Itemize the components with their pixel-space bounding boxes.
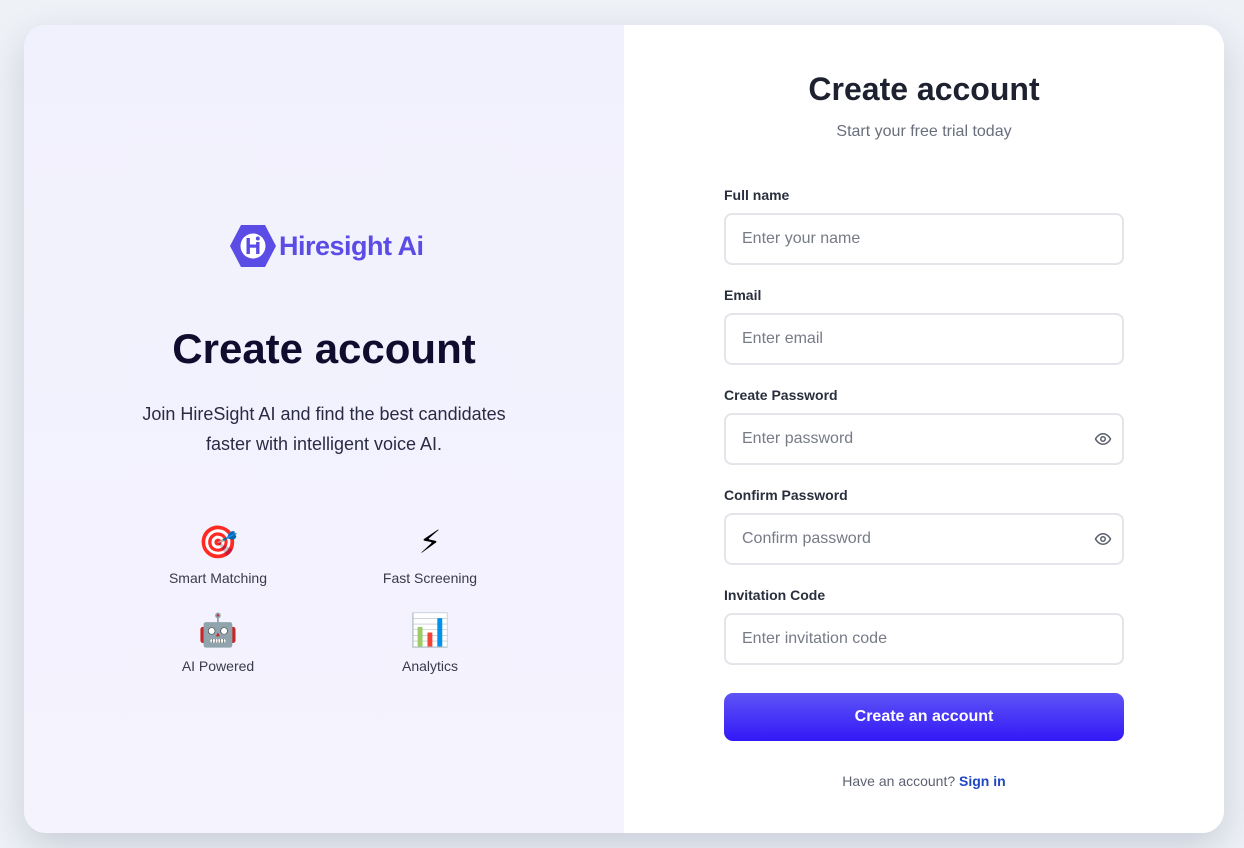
password-input[interactable]: [726, 415, 1122, 463]
feature-label: Smart Matching: [168, 570, 268, 586]
confirm-password-label: Confirm Password: [724, 487, 848, 503]
signin-row: Have an account? Sign in: [624, 773, 1224, 789]
invitation-code-field-wrapper: [724, 613, 1124, 665]
signin-prompt: Have an account?: [842, 773, 960, 789]
feature-fast-screening: ⚡ Fast Screening: [340, 523, 520, 586]
invitation-code-input[interactable]: [726, 615, 1122, 663]
confirm-password-input[interactable]: [726, 515, 1122, 563]
sign-in-link[interactable]: Sign in: [959, 773, 1006, 789]
full-name-field-wrapper: [724, 213, 1124, 265]
create-account-button[interactable]: Create an account: [724, 693, 1124, 741]
bar-chart-icon: 📊: [410, 612, 450, 648]
email-input[interactable]: [726, 315, 1122, 363]
feature-label: Fast Screening: [382, 570, 478, 586]
hero-panel: Hiresight Ai Create account Join HireSig…: [24, 25, 624, 833]
robot-icon: 🤖: [198, 612, 238, 648]
form-subtitle: Start your free trial today: [836, 123, 1012, 140]
invitation-code-label: Invitation Code: [724, 587, 826, 603]
brand-name: Hiresight Ai: [279, 230, 424, 261]
full-name-label: Full name: [724, 187, 790, 203]
feature-ai-powered: 🤖 AI Powered: [128, 611, 308, 674]
brand-logo: Hiresight Ai: [230, 224, 424, 268]
target-icon: 🎯: [198, 524, 238, 560]
feature-label: Analytics: [401, 658, 459, 674]
password-field-wrapper: [724, 413, 1124, 465]
full-name-input[interactable]: [726, 215, 1122, 263]
hero-subtitle: Join HireSight AI and find the best cand…: [142, 404, 506, 454]
show-password-eye-icon[interactable]: [1094, 430, 1112, 448]
show-confirm-password-eye-icon[interactable]: [1094, 530, 1112, 548]
signup-card: Hiresight Ai Create account Join HireSig…: [24, 25, 1224, 833]
hiresight-logo-icon: [230, 225, 276, 267]
feature-smart-matching: 🎯 Smart Matching: [128, 523, 308, 586]
email-field-wrapper: [724, 313, 1124, 365]
lightning-icon: ⚡: [418, 524, 442, 560]
feature-label: AI Powered: [181, 658, 255, 674]
feature-analytics: 📊 Analytics: [340, 611, 520, 674]
signup-form-panel: Create account Start your free trial tod…: [624, 25, 1224, 833]
password-label: Create Password: [724, 387, 838, 403]
form-title: Create account: [808, 71, 1040, 107]
email-label: Email: [724, 287, 762, 303]
hero-title: Create account: [172, 325, 476, 372]
confirm-password-field-wrapper: [724, 513, 1124, 565]
